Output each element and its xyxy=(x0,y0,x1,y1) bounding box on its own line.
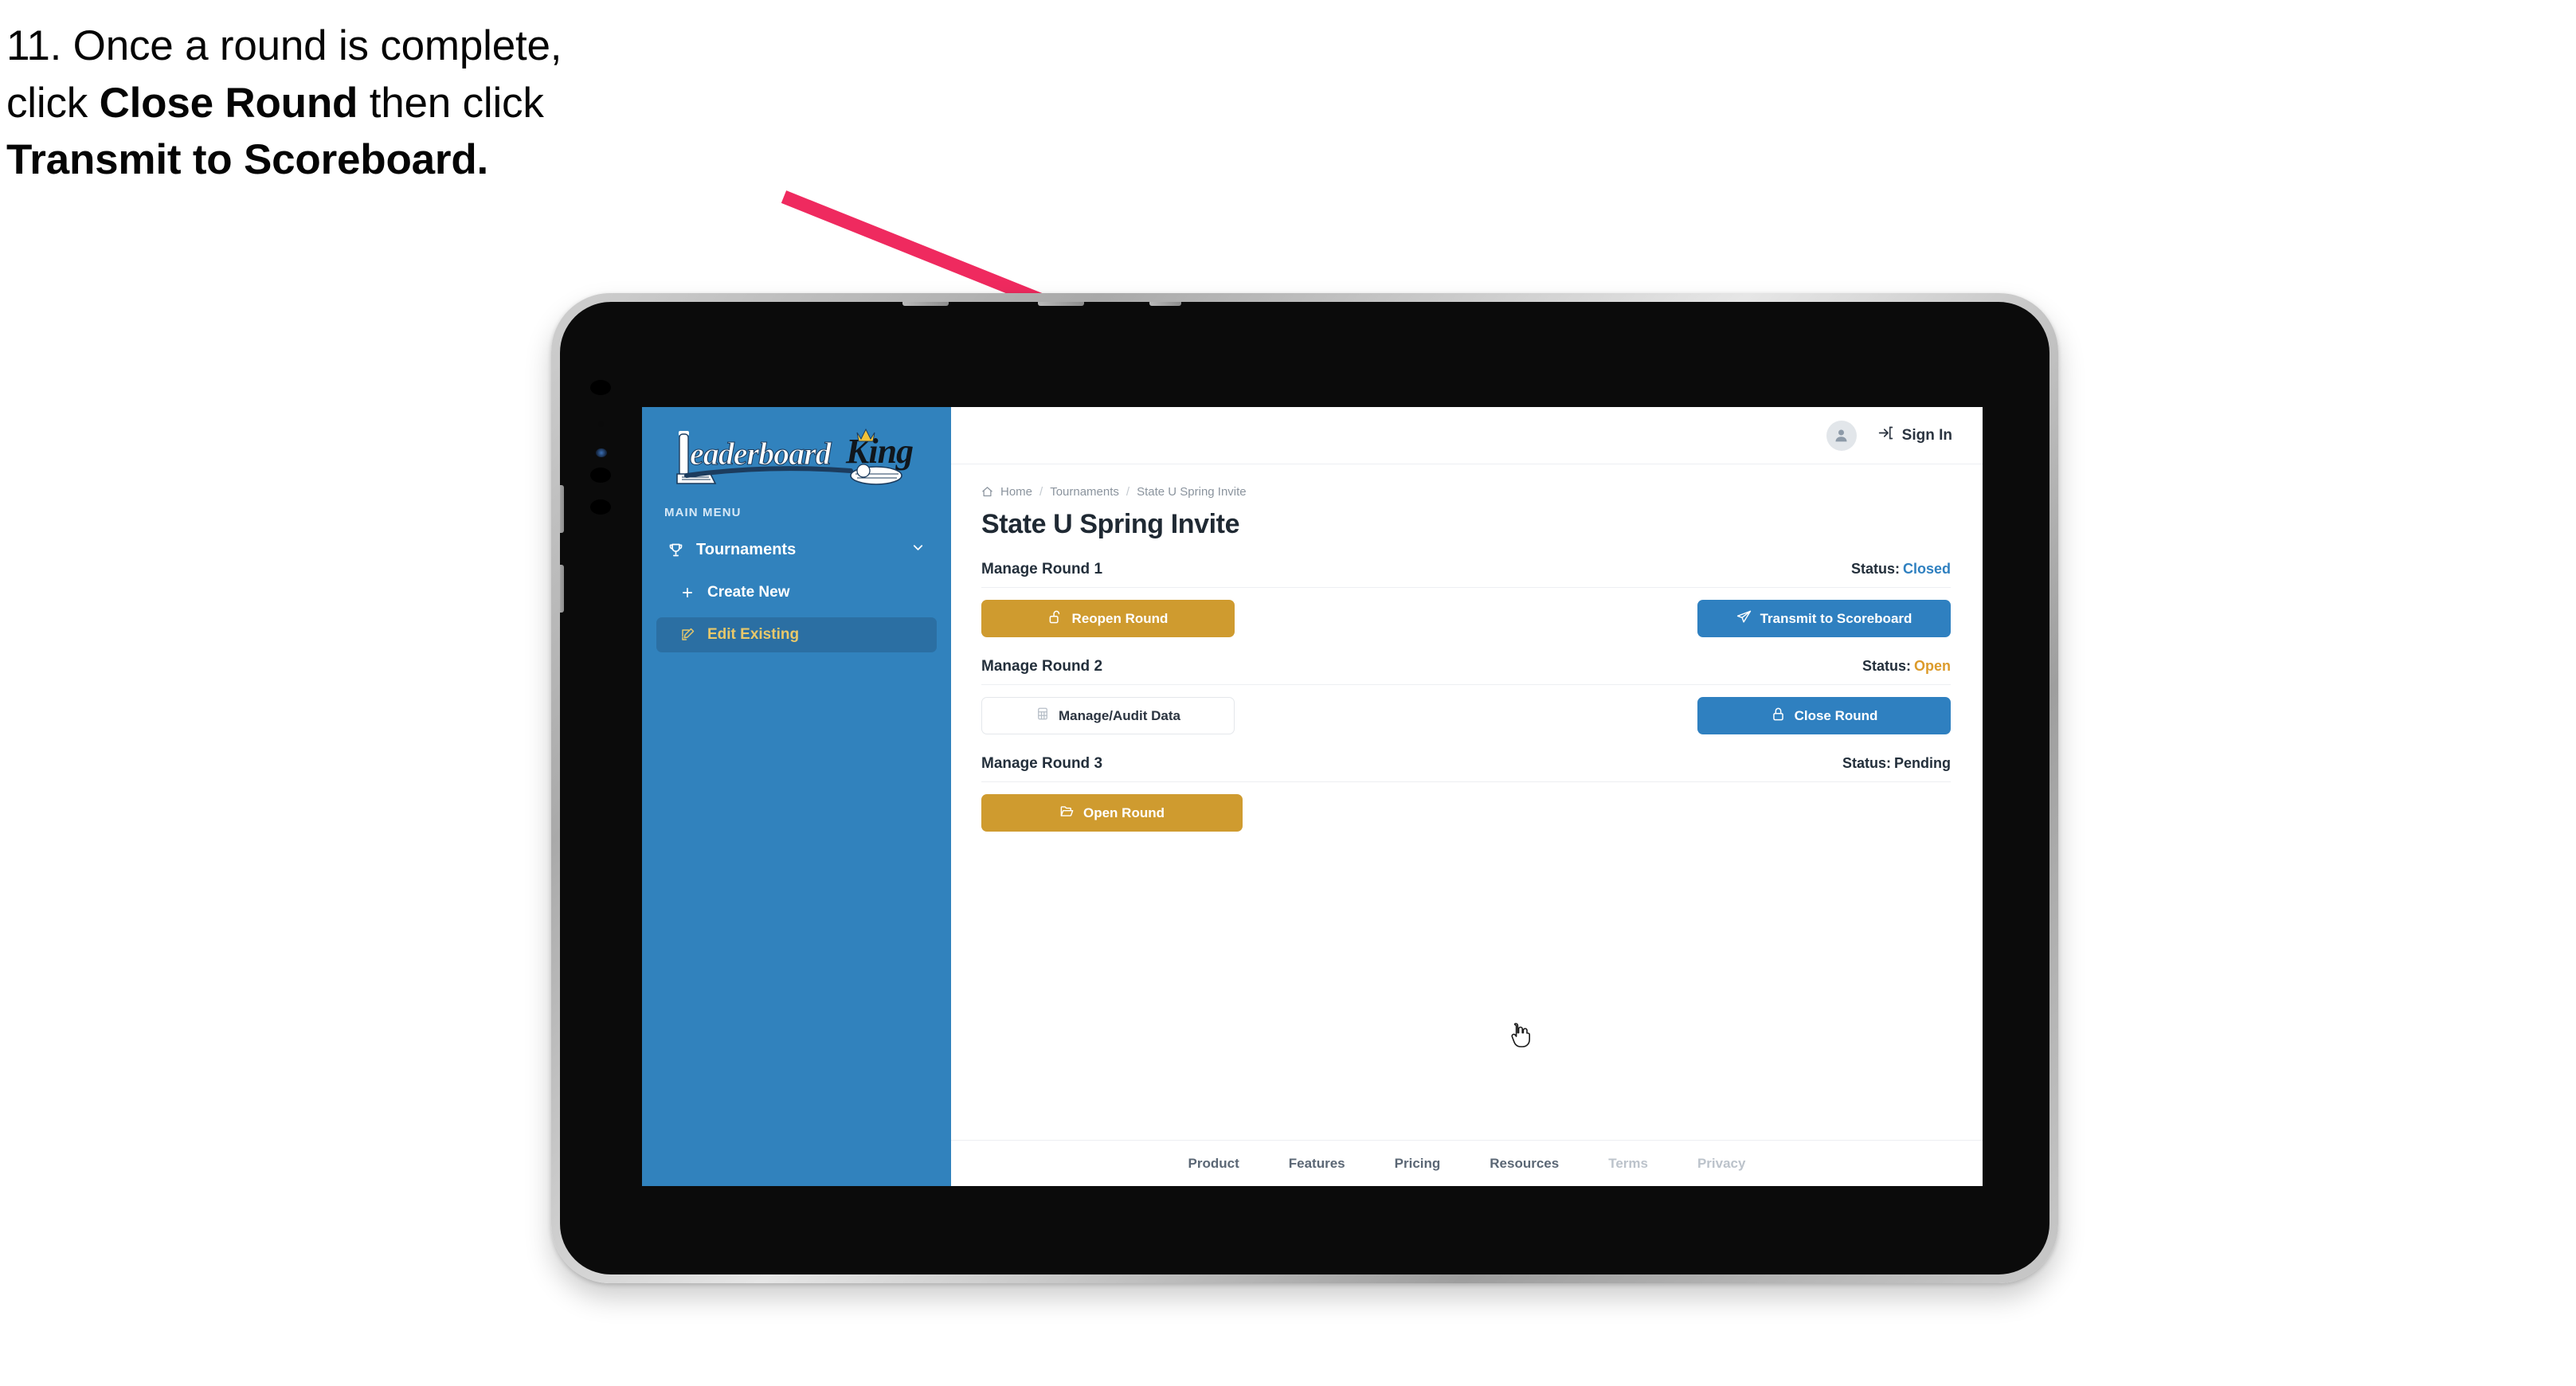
paper-plane-icon xyxy=(1736,609,1752,628)
manage-audit-data-button[interactable]: Manage/Audit Data xyxy=(981,697,1235,734)
round-block-2: Manage Round 2 Status: Open Manage/Audit… xyxy=(981,658,1951,734)
status-value: Closed xyxy=(1902,561,1951,577)
breadcrumb-separator: / xyxy=(1039,485,1043,499)
round-title: Manage Round 2 xyxy=(981,658,1103,675)
breadcrumb-item-tournaments[interactable]: Tournaments xyxy=(1050,485,1119,499)
round-block-1: Manage Round 1 Status: Closed Reopen Rou… xyxy=(981,561,1951,637)
round-title: Manage Round 3 xyxy=(981,755,1103,772)
instruction-line-2: click Close Round then click xyxy=(6,75,867,132)
table-grid-icon xyxy=(1035,707,1050,725)
instruction-caption: 11. Once a round is complete, click Clos… xyxy=(6,18,867,189)
round-header: Manage Round 1 Status: Closed xyxy=(981,561,1951,588)
status-badge: Status: Open xyxy=(1862,658,1951,675)
breadcrumb-item-current[interactable]: State U Spring Invite xyxy=(1137,485,1247,499)
round-actions: Open Round xyxy=(981,794,1951,832)
sidebar-item-label: Create New xyxy=(707,584,790,601)
device-button-top-a xyxy=(902,302,949,306)
button-label: Manage/Audit Data xyxy=(1058,707,1181,723)
device-button-top-c xyxy=(1149,302,1181,306)
round-title: Manage Round 1 xyxy=(981,561,1103,578)
footer-link-resources[interactable]: Resources xyxy=(1490,1156,1559,1172)
status-value: Open xyxy=(1913,658,1951,674)
instruction-line-1: 11. Once a round is complete, xyxy=(6,22,562,69)
sidebar-item-create-new[interactable]: Create New xyxy=(656,575,937,610)
round-actions: Manage/Audit Data Close Round xyxy=(981,697,1951,734)
app-logo[interactable]: eaderboard King xyxy=(642,407,951,496)
bezel-sensor-2 xyxy=(598,421,604,427)
svg-text:eaderboard: eaderboard xyxy=(690,436,832,472)
edit-pencil-icon xyxy=(680,628,699,642)
chevron-down-icon[interactable] xyxy=(910,540,926,560)
trophy-icon xyxy=(667,542,688,558)
top-bar: Sign In xyxy=(951,407,1983,464)
unlock-icon xyxy=(1048,609,1063,628)
breadcrumb-item-home[interactable]: Home xyxy=(1000,485,1032,499)
footer-link-terms[interactable]: Terms xyxy=(1608,1156,1648,1172)
footer-link-privacy[interactable]: Privacy xyxy=(1697,1156,1746,1172)
button-label: Reopen Round xyxy=(1071,610,1169,626)
sidebar-item-label: Tournaments xyxy=(696,541,797,558)
main-area: Sign In Home / Tournaments / State U Spr… xyxy=(951,407,1983,1186)
open-folder-icon xyxy=(1059,804,1075,823)
button-label: Transmit to Scoreboard xyxy=(1760,610,1912,626)
sidebar: eaderboard King MAIN MENU Tournaments Cr… xyxy=(642,407,951,1186)
home-icon xyxy=(981,486,993,498)
button-label: Open Round xyxy=(1083,805,1165,820)
page-title: State U Spring Invite xyxy=(981,509,1240,539)
bezel-camera-lens xyxy=(596,448,607,457)
breadcrumb: Home / Tournaments / State U Spring Invi… xyxy=(981,485,1951,499)
device-button-left-a xyxy=(560,485,564,533)
round-header: Manage Round 2 Status: Open xyxy=(981,658,1951,685)
instruction-line-3: Transmit to Scoreboard. xyxy=(6,131,867,189)
sidebar-item-label: Edit Existing xyxy=(707,626,800,643)
status-label: Status: xyxy=(1842,755,1891,771)
footer: Product Features Pricing Resources Terms… xyxy=(951,1140,1983,1186)
instruction-line-2-prefix: click xyxy=(6,79,100,127)
lock-icon xyxy=(1771,707,1786,726)
sidebar-item-edit-existing[interactable]: Edit Existing xyxy=(656,617,937,652)
round-actions: Reopen Round Transmit to Scoreboard xyxy=(981,600,1951,637)
button-label: Close Round xyxy=(1794,707,1878,723)
sign-in-arrow-icon xyxy=(1877,425,1894,446)
instruction-emphasis-close-round: Close Round xyxy=(99,79,358,127)
sign-in-label: Sign In xyxy=(1901,426,1952,444)
close-round-button[interactable]: Close Round xyxy=(1697,697,1951,734)
open-round-button[interactable]: Open Round xyxy=(981,794,1243,832)
status-badge: Status: Closed xyxy=(1851,561,1951,578)
reopen-round-button[interactable]: Reopen Round xyxy=(981,600,1235,637)
device-button-left-b xyxy=(560,565,564,613)
device-button-top-b xyxy=(1038,302,1084,306)
tablet-device: eaderboard King MAIN MENU Tournaments Cr… xyxy=(551,293,2058,1283)
status-value: Pending xyxy=(1894,755,1951,771)
breadcrumb-separator: / xyxy=(1126,485,1130,499)
footer-link-features[interactable]: Features xyxy=(1289,1156,1345,1172)
tablet-bezel: eaderboard King MAIN MENU Tournaments Cr… xyxy=(560,302,2049,1274)
svg-text:King: King xyxy=(845,432,913,471)
plus-icon xyxy=(680,585,699,600)
bezel-sensor-4 xyxy=(590,499,611,515)
user-avatar-icon xyxy=(1835,429,1847,442)
sign-in-button[interactable]: Sign In xyxy=(1877,425,1952,446)
status-label: Status: xyxy=(1862,658,1911,674)
page-content: Home / Tournaments / State U Spring Invi… xyxy=(951,464,1983,1140)
round-header: Manage Round 3 Status: Pending xyxy=(981,755,1951,782)
bezel-sensor-1 xyxy=(590,380,611,395)
status-label: Status: xyxy=(1850,561,1900,577)
footer-link-pricing[interactable]: Pricing xyxy=(1395,1156,1441,1172)
leaderboard-king-logo-icon: eaderboard King xyxy=(676,428,914,485)
round-block-3: Manage Round 3 Status: Pending Open Roun… xyxy=(981,755,1951,832)
avatar[interactable] xyxy=(1826,420,1857,451)
status-badge: Status: Pending xyxy=(1842,755,1951,772)
tablet-screen: eaderboard King MAIN MENU Tournaments Cr… xyxy=(642,407,1983,1186)
footer-link-product[interactable]: Product xyxy=(1188,1156,1239,1172)
instruction-emphasis-transmit: Transmit to Scoreboard. xyxy=(6,136,489,184)
bezel-sensor-3 xyxy=(590,468,611,483)
transmit-to-scoreboard-button[interactable]: Transmit to Scoreboard xyxy=(1697,600,1951,637)
sidebar-item-tournaments[interactable]: Tournaments xyxy=(656,532,937,568)
sidebar-section-label: MAIN MENU xyxy=(664,506,742,519)
instruction-line-2-suffix: then click xyxy=(358,79,544,127)
